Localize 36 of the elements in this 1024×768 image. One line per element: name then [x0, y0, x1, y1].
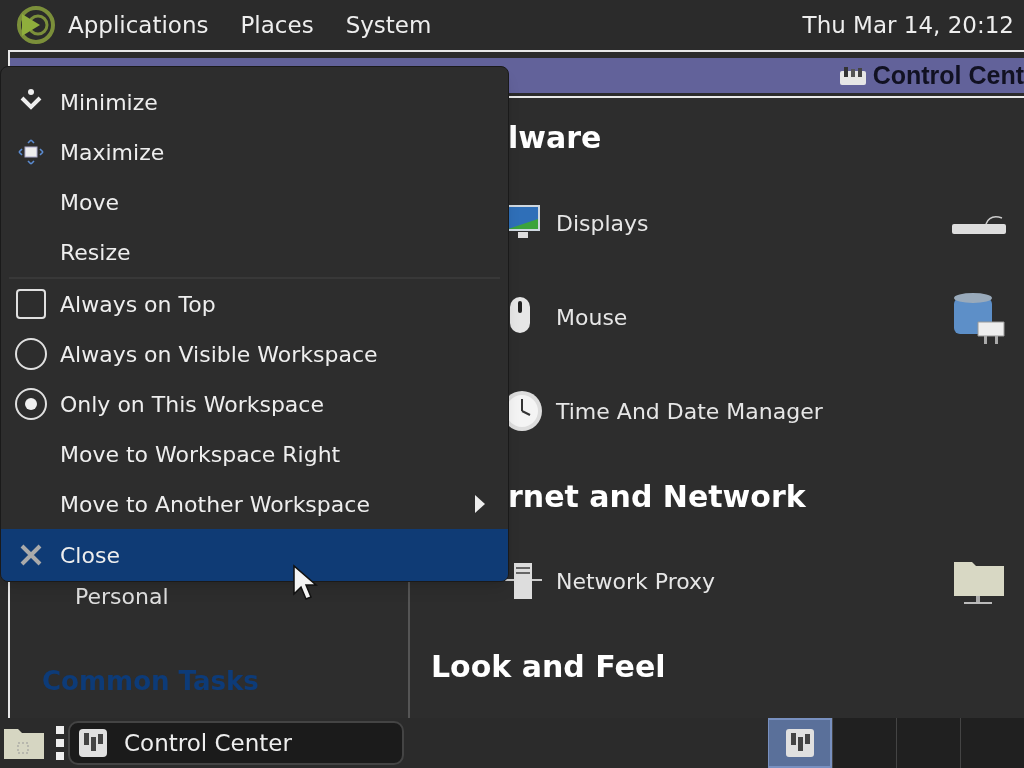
- checkbox[interactable]: [15, 289, 46, 319]
- sidebar-item[interactable]: Personal: [10, 580, 408, 616]
- clock[interactable]: Thu Mar 14, 20:12: [802, 7, 1014, 43]
- menu-item[interactable]: Always on Top: [1, 279, 508, 329]
- sidebar-section-title: Common Tasks: [41, 665, 260, 698]
- control-center-icon: [78, 728, 108, 758]
- submenu-arrow-icon: [474, 494, 486, 514]
- radio-button[interactable]: [14, 338, 47, 370]
- control-item[interactable]: Time And Date Manager: [556, 394, 823, 428]
- menu-item[interactable]: Always on Visible Workspace: [1, 329, 508, 379]
- menu-item[interactable]: Minimize: [1, 77, 508, 127]
- menu-item[interactable]: Move: [1, 177, 508, 227]
- maximize-icon: [16, 138, 45, 166]
- control-center-icon: [838, 64, 867, 87]
- handle-icon: [56, 726, 64, 760]
- window-title: Control Cent: [872, 59, 1024, 91]
- control-item[interactable]: Mouse: [556, 300, 628, 334]
- section-heading: rnet and Network: [508, 477, 806, 516]
- section-heading: lware: [508, 118, 602, 157]
- control-item[interactable]: Network Proxy: [556, 564, 716, 598]
- logo-icon: [16, 5, 56, 45]
- menu-item[interactable]: Move to Workspace Right: [1, 429, 508, 479]
- panel-menu[interactable]: Places: [240, 7, 314, 43]
- control-item[interactable]: Displays: [556, 206, 649, 240]
- panel-menu[interactable]: Applications: [68, 7, 209, 43]
- menu-item[interactable]: Move to Another Workspace: [1, 479, 508, 529]
- task-button[interactable]: Control Center: [68, 721, 404, 765]
- menu-item[interactable]: Maximize: [1, 127, 508, 177]
- section-heading: Look and Feel: [431, 647, 666, 686]
- panel-menu[interactable]: System: [345, 7, 432, 43]
- radio-button[interactable]: [14, 388, 47, 420]
- workspace-button[interactable]: [768, 718, 832, 768]
- menu-item[interactable]: Resize: [1, 227, 508, 277]
- menu-item[interactable]: Only on This Workspace: [1, 379, 508, 429]
- window-thumbnail-icon: [784, 728, 815, 758]
- menu-item[interactable]: Close: [1, 529, 508, 581]
